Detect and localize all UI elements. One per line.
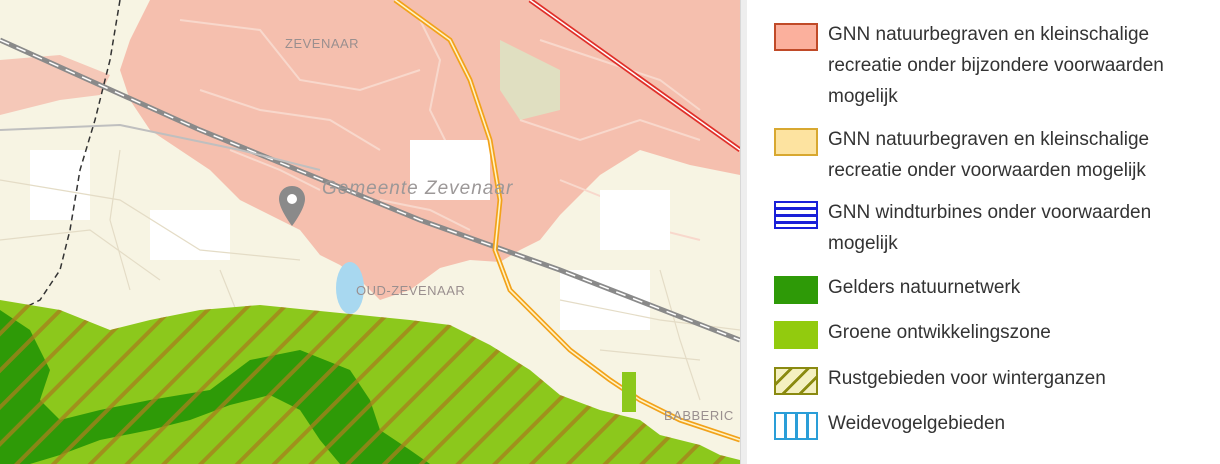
legend-label: Rustgebieden voor winterganzen [828, 363, 1220, 394]
legend-label-line: Groene ontwikkelingszone [828, 322, 1051, 343]
legend-swatch [774, 321, 818, 349]
legend-label-line: mogelijk [828, 86, 898, 107]
legend-item-natuurbegraven-voorwaarden: GNN natuurbegraven en kleinschalige recre… [774, 124, 1220, 186]
legend-label-line: GNN natuurbegraven en kleinschalige [828, 129, 1150, 150]
legend-item-natuurbegraven-bijzondere: GNN natuurbegraven en kleinschalige recre… [774, 19, 1220, 112]
legend-swatch [774, 412, 818, 440]
legend-label: GNN natuurbegraven en kleinschalige recre… [828, 19, 1220, 112]
panel-divider[interactable] [740, 0, 747, 464]
legend-panel: GNN natuurbegraven en kleinschalige recre… [748, 0, 1220, 464]
legend-label: Groene ontwikkelingszone [828, 317, 1220, 348]
place-label-gemeente: Gemeente Zevenaar [322, 178, 514, 199]
legend-item-weidevogel: Weidevogelgebieden [774, 408, 1220, 440]
legend-label-line: Rustgebieden voor winterganzen [828, 368, 1106, 389]
legend-item-winterganzen: Rustgebieden voor winterganzen [774, 363, 1220, 395]
legend-swatch [774, 201, 818, 229]
legend-item-ontwikkelingszone: Groene ontwikkelingszone [774, 317, 1220, 349]
legend-label: Weidevogelgebieden [828, 408, 1220, 439]
legend-label: Gelders natuurnetwerk [828, 272, 1220, 303]
legend-label: GNN windturbines onder voorwaarden mogeli… [828, 197, 1220, 259]
legend-label-line: GNN natuurbegraven en kleinschalige [828, 24, 1150, 45]
legend-swatch [774, 128, 818, 156]
legend-item-natuurnetwerk: Gelders natuurnetwerk [774, 272, 1220, 304]
legend-label: GNN natuurbegraven en kleinschalige recre… [828, 124, 1220, 186]
legend-label-line: recreatie onder voorwaarden mogelijk [828, 160, 1146, 181]
legend-label-line: mogelijk [828, 233, 898, 254]
map-view[interactable]: ZEVENAAR Gemeente Zevenaar OUD-ZEVENAAR … [0, 0, 740, 464]
legend-label-line: GNN windturbines onder voorwaarden [828, 202, 1152, 223]
legend-swatch [774, 276, 818, 304]
green-strip [622, 372, 636, 412]
place-label-zevenaar: ZEVENAAR [285, 36, 360, 51]
legend-label-line: Gelders natuurnetwerk [828, 277, 1021, 298]
legend-item-windturbines: GNN windturbines onder voorwaarden mogeli… [774, 197, 1220, 259]
legend-label-line: recreatie onder bijzondere voorwaarden [828, 55, 1164, 76]
map-pin-icon[interactable] [277, 184, 307, 228]
legend-label-line: Weidevogelgebieden [828, 413, 1006, 434]
place-label-oud-zevenaar: OUD-ZEVENAAR [356, 283, 466, 298]
legend-swatch [774, 23, 818, 51]
place-label-babberich: BABBERIC [664, 408, 734, 423]
legend-swatch [774, 367, 818, 395]
